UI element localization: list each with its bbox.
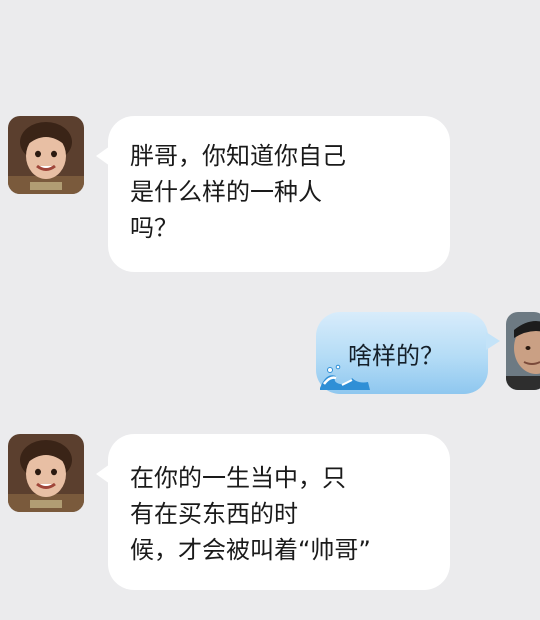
contact-avatar-child[interactable] — [8, 434, 84, 512]
message-text-line: 候，才会被叫着“帅哥” — [130, 536, 371, 564]
message-text-line: 是什么样的一种人 — [130, 178, 322, 206]
user-avatar-man[interactable] — [506, 312, 540, 390]
bubble-tail — [96, 464, 110, 484]
message-text-line: 有在买东西的时 — [130, 500, 298, 528]
wave-icon — [320, 364, 370, 390]
message-text-line: 吗？ — [130, 214, 178, 242]
man-avatar-icon — [506, 312, 540, 390]
contact-avatar-child[interactable] — [8, 116, 84, 194]
bubble-tail — [96, 146, 110, 166]
chat-thread: 胖哥，你知道你自己 是什么样的一种人 吗？ 啥样的？ 在你的一生当中，只 有在买… — [0, 0, 540, 620]
message-text-line: 在你的一生当中，只 — [130, 464, 346, 492]
child-avatar-icon — [8, 116, 84, 194]
child-avatar-icon — [8, 434, 84, 512]
message-bubble-incoming[interactable]: 胖哥，你知道你自己 是什么样的一种人 吗？ — [96, 116, 450, 272]
message-text-line: 胖哥，你知道你自己 — [130, 142, 346, 170]
bubble-tail — [486, 332, 500, 350]
message-bubble-outgoing[interactable]: 啥样的？ — [316, 312, 500, 394]
message-bubble-incoming[interactable]: 在你的一生当中，只 有在买东西的时 候，才会被叫着“帅哥” — [96, 434, 450, 590]
